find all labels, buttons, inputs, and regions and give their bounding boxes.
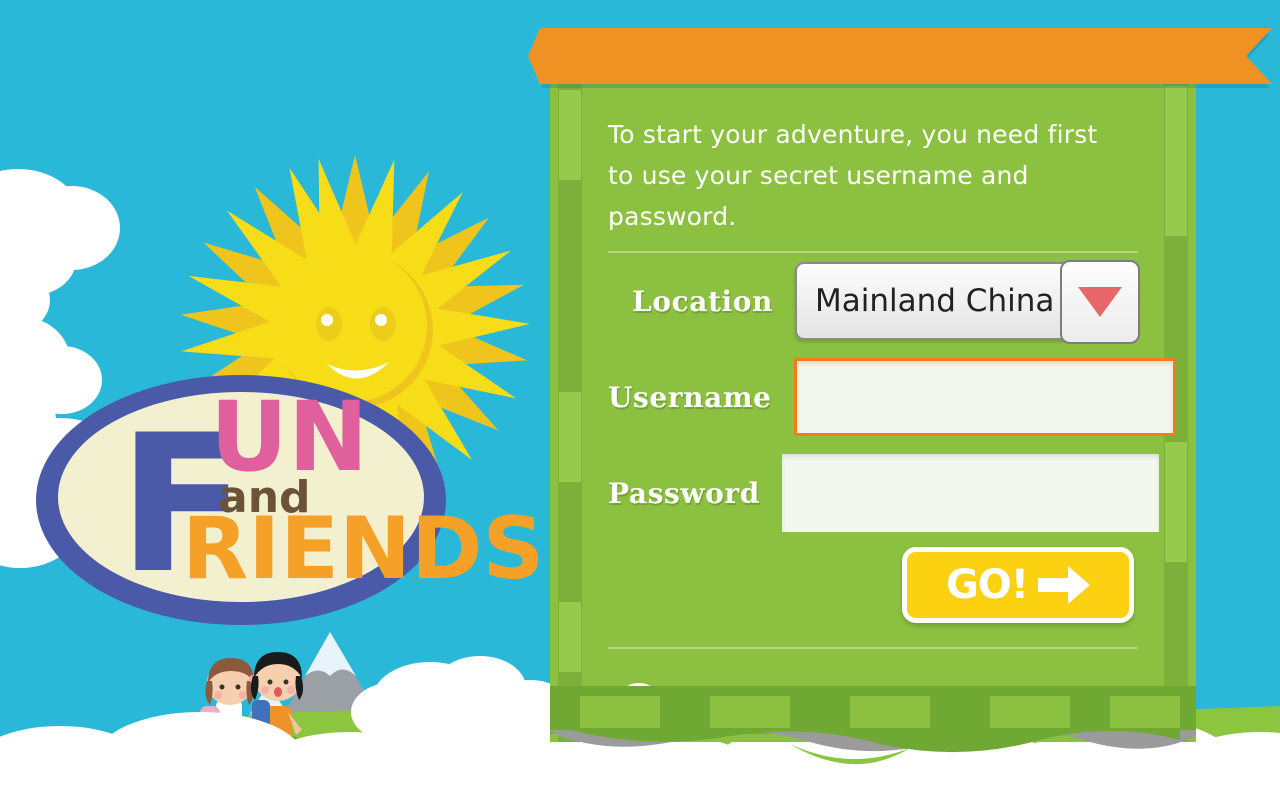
password-label: Password (608, 476, 760, 510)
username-label: Username (608, 380, 772, 414)
logo-riends: RIENDS (182, 499, 544, 599)
go-button-label: GO! (945, 562, 1029, 608)
arrow-right-icon (1038, 566, 1091, 604)
login-panel: To start your adventure, you need first … (550, 82, 1196, 753)
field-row-password: Password (608, 445, 1159, 541)
chevron-down-icon[interactable] (1060, 260, 1140, 344)
field-row-username: Username (608, 349, 1176, 445)
submit-row: GO! (608, 547, 1138, 623)
intro-text: To start your adventure, you need first … (608, 120, 1098, 231)
location-select[interactable]: Mainland China (795, 260, 1140, 344)
field-row-location: Location Mainland China (608, 253, 1140, 349)
divider-bottom (608, 647, 1138, 649)
go-button[interactable]: GO! (902, 547, 1134, 623)
username-input[interactable] (793, 358, 1176, 436)
password-input[interactable] (781, 454, 1159, 532)
location-label: Location (632, 284, 774, 318)
panel-bottom-edge (550, 686, 1196, 765)
login-banner (528, 28, 1272, 88)
panel-left-edge (558, 82, 582, 742)
